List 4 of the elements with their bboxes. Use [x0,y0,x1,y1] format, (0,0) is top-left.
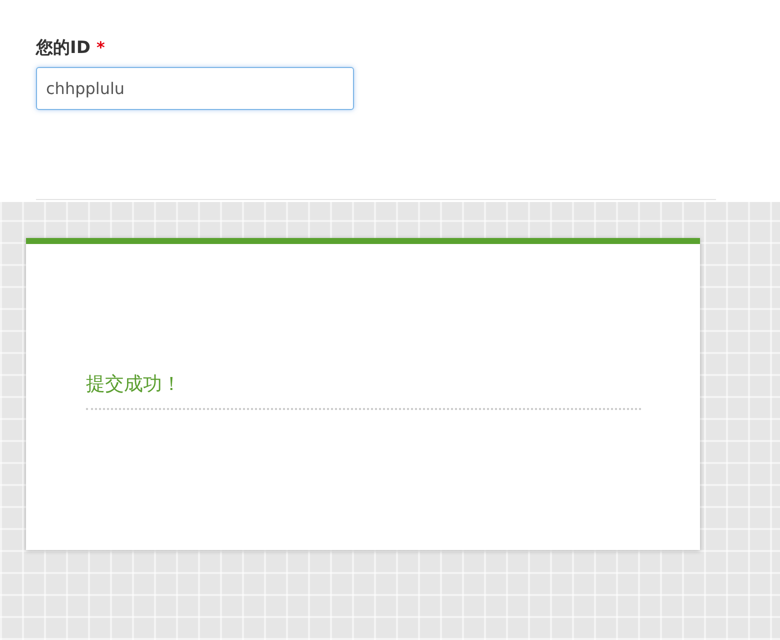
success-message: 提交成功！ [86,372,181,397]
required-mark: * [96,38,105,57]
id-input-field[interactable]: chhpplulu [36,67,354,110]
field-label: 您的ID [36,37,90,59]
